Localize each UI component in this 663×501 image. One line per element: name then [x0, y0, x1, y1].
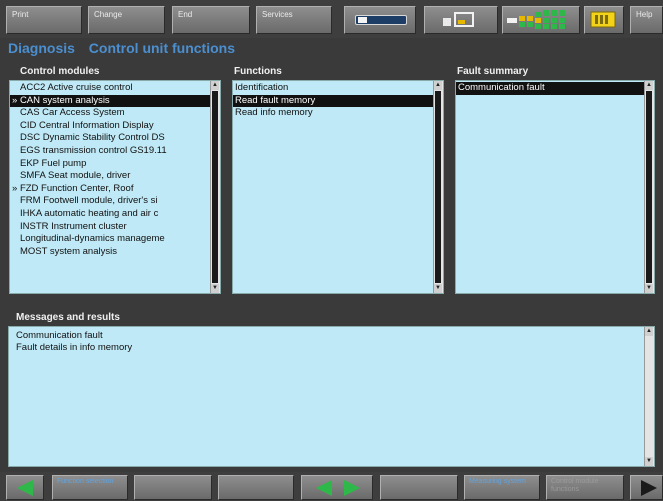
nav-arrows-icon	[316, 480, 360, 496]
list-item[interactable]: SMFA Seat module, driver	[10, 170, 210, 183]
scroll-up-icon[interactable]: ▲	[645, 327, 653, 336]
scroll-down-icon[interactable]: ▼	[645, 457, 653, 466]
scroll-up-icon[interactable]: ▲	[434, 81, 442, 90]
fault-summary-list[interactable]: Communication fault ▲ ▼	[455, 80, 655, 294]
disabled-button	[380, 475, 458, 500]
print-button[interactable]: Print	[6, 6, 82, 34]
functions-label: Functions	[234, 66, 282, 77]
fault-summary-label: Fault summary	[457, 66, 529, 77]
connection-button[interactable]	[424, 6, 498, 34]
arrow-right-icon	[641, 480, 657, 496]
list-item-selected[interactable]: Communication fault	[456, 82, 644, 95]
top-toolbar: Print Change End Services Help	[0, 0, 663, 38]
list-item[interactable]: CAS Car Access System	[10, 107, 210, 120]
messages-scrollbar[interactable]: ▲ ▼	[644, 327, 654, 466]
list-item[interactable]: FRM Footwell module, driver's si	[10, 195, 210, 208]
scroll-thumb[interactable]	[646, 91, 652, 283]
scroll-up-icon[interactable]: ▲	[645, 81, 653, 90]
control-modules-scrollbar[interactable]: ▲ ▼	[210, 81, 220, 293]
message-line: Fault details in info memory	[16, 342, 133, 353]
page-title: Diagnosis Control unit functions	[8, 40, 245, 56]
scroll-thumb[interactable]	[435, 91, 441, 283]
signal-status-button[interactable]	[502, 6, 580, 34]
fault-summary-scrollbar[interactable]: ▲ ▼	[644, 81, 654, 293]
nav-arrows[interactable]	[301, 475, 373, 500]
slider-track	[355, 15, 407, 25]
disabled-button	[218, 475, 294, 500]
list-item[interactable]: INSTR Instrument cluster	[10, 221, 210, 234]
list-item[interactable]: CID Central Information Display	[10, 120, 210, 133]
list-item[interactable]: MOST system analysis	[10, 246, 210, 259]
scroll-up-icon[interactable]: ▲	[211, 81, 219, 90]
arrow-left-icon	[17, 480, 33, 496]
scroll-down-icon[interactable]: ▼	[211, 284, 219, 293]
signal-bars-icon	[507, 10, 565, 29]
list-item[interactable]: ACC2 Active cruise control	[10, 82, 210, 95]
list-item-selected[interactable]: » CAN system analysis	[10, 94, 210, 108]
control-modules-label: Control modules	[20, 66, 100, 77]
functions-scrollbar[interactable]: ▲ ▼	[433, 81, 443, 293]
function-selection-button[interactable]: Function selection	[52, 475, 128, 500]
section-title: Diagnosis	[8, 40, 75, 56]
message-line: Communication fault	[16, 330, 103, 341]
help-button[interactable]: Help	[630, 6, 663, 34]
vehicle-connection-icon	[443, 12, 474, 27]
list-item[interactable]: Longitudinal-dynamics manageme	[10, 233, 210, 246]
list-item[interactable]: EGS transmission control GS19.11	[10, 145, 210, 158]
control-module-functions-button[interactable]: Control module functions	[546, 475, 624, 500]
messages-box: Communication fault Fault details in inf…	[8, 326, 655, 467]
bottom-toolbar: Function selection Measuring system Cont…	[0, 472, 663, 501]
end-button[interactable]: End	[172, 6, 250, 34]
change-button[interactable]: Change	[88, 6, 165, 34]
scroll-thumb[interactable]	[212, 91, 218, 283]
list-item[interactable]: DSC Dynamic Stability Control DS	[10, 132, 210, 145]
memory-card-button[interactable]	[584, 6, 624, 34]
list-item[interactable]: Identification	[233, 82, 433, 95]
control-modules-list[interactable]: ACC2 Active cruise control » CAN system …	[9, 80, 221, 294]
disabled-button	[134, 475, 212, 500]
services-button[interactable]: Services	[256, 6, 332, 34]
list-item[interactable]: » FZD Function Center, Roof	[10, 183, 210, 196]
memory-card-icon	[590, 11, 616, 28]
measuring-system-button[interactable]: Measuring system	[464, 475, 540, 500]
list-item[interactable]: Read info memory	[233, 107, 433, 120]
scroll-down-icon[interactable]: ▼	[645, 284, 653, 293]
list-item[interactable]: IHKA automatic heating and air c	[10, 208, 210, 221]
volume-slider[interactable]	[344, 6, 416, 34]
forward-button[interactable]	[630, 475, 663, 500]
messages-label: Messages and results	[16, 312, 120, 323]
scroll-down-icon[interactable]: ▼	[434, 284, 442, 293]
slider-knob[interactable]	[358, 17, 367, 23]
list-item[interactable]: EKP Fuel pump	[10, 158, 210, 171]
screen-title: Control unit functions	[88, 40, 235, 56]
back-button[interactable]	[6, 475, 44, 500]
functions-list[interactable]: Identification Read fault memory Read in…	[232, 80, 444, 294]
list-item-selected[interactable]: Read fault memory	[233, 94, 433, 108]
